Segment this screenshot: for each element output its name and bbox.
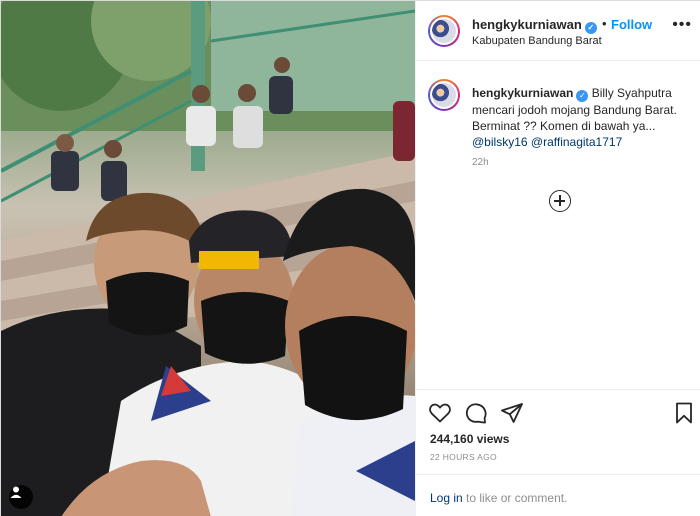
caption-verified-badge-icon: ✓: [576, 90, 589, 102]
person-icon: [10, 486, 22, 498]
verified-badge-icon: ✓: [584, 22, 597, 34]
instagram-post: hengkykurniawan ✓ • Follow Kabupaten Band…: [0, 0, 700, 516]
caption-username[interactable]: hengkykurniawan: [472, 86, 573, 100]
comment-icon[interactable]: [464, 401, 488, 425]
mention-link[interactable]: @bilsky16: [472, 135, 528, 149]
more-options-icon[interactable]: •••: [672, 17, 692, 33]
login-suffix: to like or comment.: [462, 491, 568, 505]
avatar[interactable]: [428, 15, 460, 47]
location-link[interactable]: Kabupaten Bandung Barat: [472, 35, 602, 47]
share-icon[interactable]: [500, 401, 524, 425]
mention-link[interactable]: @raffinagita1717: [531, 135, 622, 149]
plus-circle-icon[interactable]: [549, 190, 571, 212]
login-prompt: Log in to like or comment.: [430, 491, 567, 505]
caption-text: hengkykurniawan ✓ Billy Syahputra mencari…: [472, 85, 694, 150]
caption-time: 22h: [472, 157, 489, 168]
post-sidebar: hengkykurniawan ✓ • Follow Kabupaten Band…: [415, 1, 700, 516]
caption-section: hengkykurniawan ✓ Billy Syahputra mencari…: [416, 61, 700, 389]
login-link[interactable]: Log in: [430, 491, 463, 505]
comment-prompt: Log in to like or comment.: [416, 474, 700, 516]
post-timestamp[interactable]: 22 HOURS AGO: [430, 452, 497, 462]
bookmark-icon[interactable]: [672, 401, 696, 425]
view-count[interactable]: 244,160 views: [430, 432, 509, 446]
heart-icon[interactable]: [428, 401, 452, 425]
user-tag-icon[interactable]: [9, 485, 33, 509]
post-media[interactable]: [1, 1, 415, 516]
header-username[interactable]: hengkykurniawan ✓: [472, 17, 597, 34]
post-header: hengkykurniawan ✓ • Follow Kabupaten Band…: [416, 1, 700, 61]
post-photo: [1, 1, 415, 516]
caption-avatar[interactable]: [428, 79, 460, 111]
action-bar: 244,160 views 22 HOURS AGO Log in to lik…: [416, 389, 700, 516]
follow-button[interactable]: Follow: [611, 17, 652, 32]
header-separator: •: [602, 16, 607, 31]
